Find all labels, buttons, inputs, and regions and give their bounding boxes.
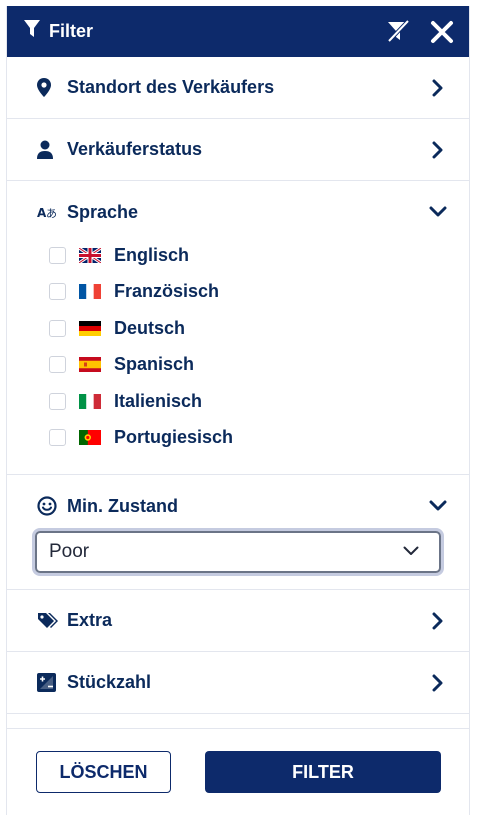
svg-text:あ: あ <box>46 207 57 220</box>
checkbox[interactable] <box>49 246 66 264</box>
checkbox[interactable] <box>49 283 66 301</box>
language-option-french[interactable]: Französisch <box>49 274 469 311</box>
flag-gb-icon <box>79 247 101 263</box>
language-label: Spanisch <box>114 354 195 375</box>
language-option-portuguese[interactable]: Portugiesisch <box>49 420 469 457</box>
filter-header: Filter <box>7 6 469 57</box>
section-language-header[interactable]: A あ Sprache <box>7 181 469 243</box>
chevron-right-icon <box>429 612 447 630</box>
flag-pt-icon <box>79 430 101 446</box>
translate-icon: A あ <box>37 204 59 220</box>
chevron-right-icon <box>429 79 447 97</box>
tags-icon <box>37 612 59 630</box>
chevron-right-icon <box>429 674 447 692</box>
chevron-down-icon <box>403 543 419 561</box>
user-icon <box>37 140 59 159</box>
language-label: Italienisch <box>114 390 203 411</box>
section-seller-status[interactable]: Verkäuferstatus <box>7 119 469 181</box>
language-label: Deutsch <box>114 317 186 338</box>
checkbox[interactable] <box>49 319 66 337</box>
checkbox[interactable] <box>49 356 66 374</box>
apply-filter-button[interactable]: FILTER <box>205 751 441 793</box>
filter-panel: Filter Standort des Verkäufers Verkäufer… <box>6 6 470 815</box>
checkbox[interactable] <box>49 392 66 410</box>
header-title: Filter <box>49 21 94 41</box>
condition-select[interactable]: Poor <box>35 531 441 573</box>
filter-footer: LÖSCHEN FILTER <box>7 728 469 815</box>
flag-fr-icon <box>79 284 101 300</box>
section-seller-location[interactable]: Standort des Verkäufers <box>7 57 469 119</box>
condition-select-wrap: Poor <box>7 531 469 589</box>
flag-es-icon <box>79 357 101 373</box>
section-min-condition: Min. Zustand Poor <box>7 475 469 590</box>
checkbox[interactable] <box>49 429 66 447</box>
section-label: Extra <box>67 610 113 630</box>
smiley-icon <box>37 496 59 516</box>
language-option-english[interactable]: Englisch <box>49 237 469 274</box>
clear-button[interactable]: LÖSCHEN <box>36 751 171 793</box>
section-quantity[interactable]: Stückzahl <box>7 652 469 714</box>
close-icon[interactable] <box>427 17 457 47</box>
quantity-icon <box>37 673 59 692</box>
chevron-down-icon <box>429 500 447 512</box>
language-option-german[interactable]: Deutsch <box>49 310 469 347</box>
section-label: Sprache <box>67 201 139 222</box>
flag-it-icon <box>79 393 101 409</box>
section-extra[interactable]: Extra <box>7 590 469 652</box>
filter-icon <box>23 19 41 44</box>
language-label: Französisch <box>114 281 220 302</box>
section-label: Standort des Verkäufers <box>67 77 275 97</box>
chevron-down-icon <box>429 206 447 218</box>
chevron-right-icon <box>429 141 447 159</box>
section-label: Verkäuferstatus <box>67 139 203 159</box>
section-label: Min. Zustand <box>67 495 178 516</box>
flag-de-icon <box>79 320 101 336</box>
language-options: Englisch Französisch Deutsch Spanisch It… <box>7 237 469 474</box>
section-language: A あ Sprache Englisch Französisch Deutsch… <box>7 181 469 475</box>
language-label: Englisch <box>114 244 190 265</box>
language-option-spanish[interactable]: Spanisch <box>49 347 469 384</box>
language-label: Portugiesisch <box>114 427 234 448</box>
location-pin-icon <box>37 78 59 97</box>
section-min-condition-header[interactable]: Min. Zustand <box>7 475 469 537</box>
filter-clear-icon[interactable] <box>383 17 413 47</box>
language-option-italian[interactable]: Italienisch <box>49 383 469 420</box>
section-label: Stückzahl <box>67 672 152 692</box>
condition-select-value: Poor <box>49 541 90 562</box>
